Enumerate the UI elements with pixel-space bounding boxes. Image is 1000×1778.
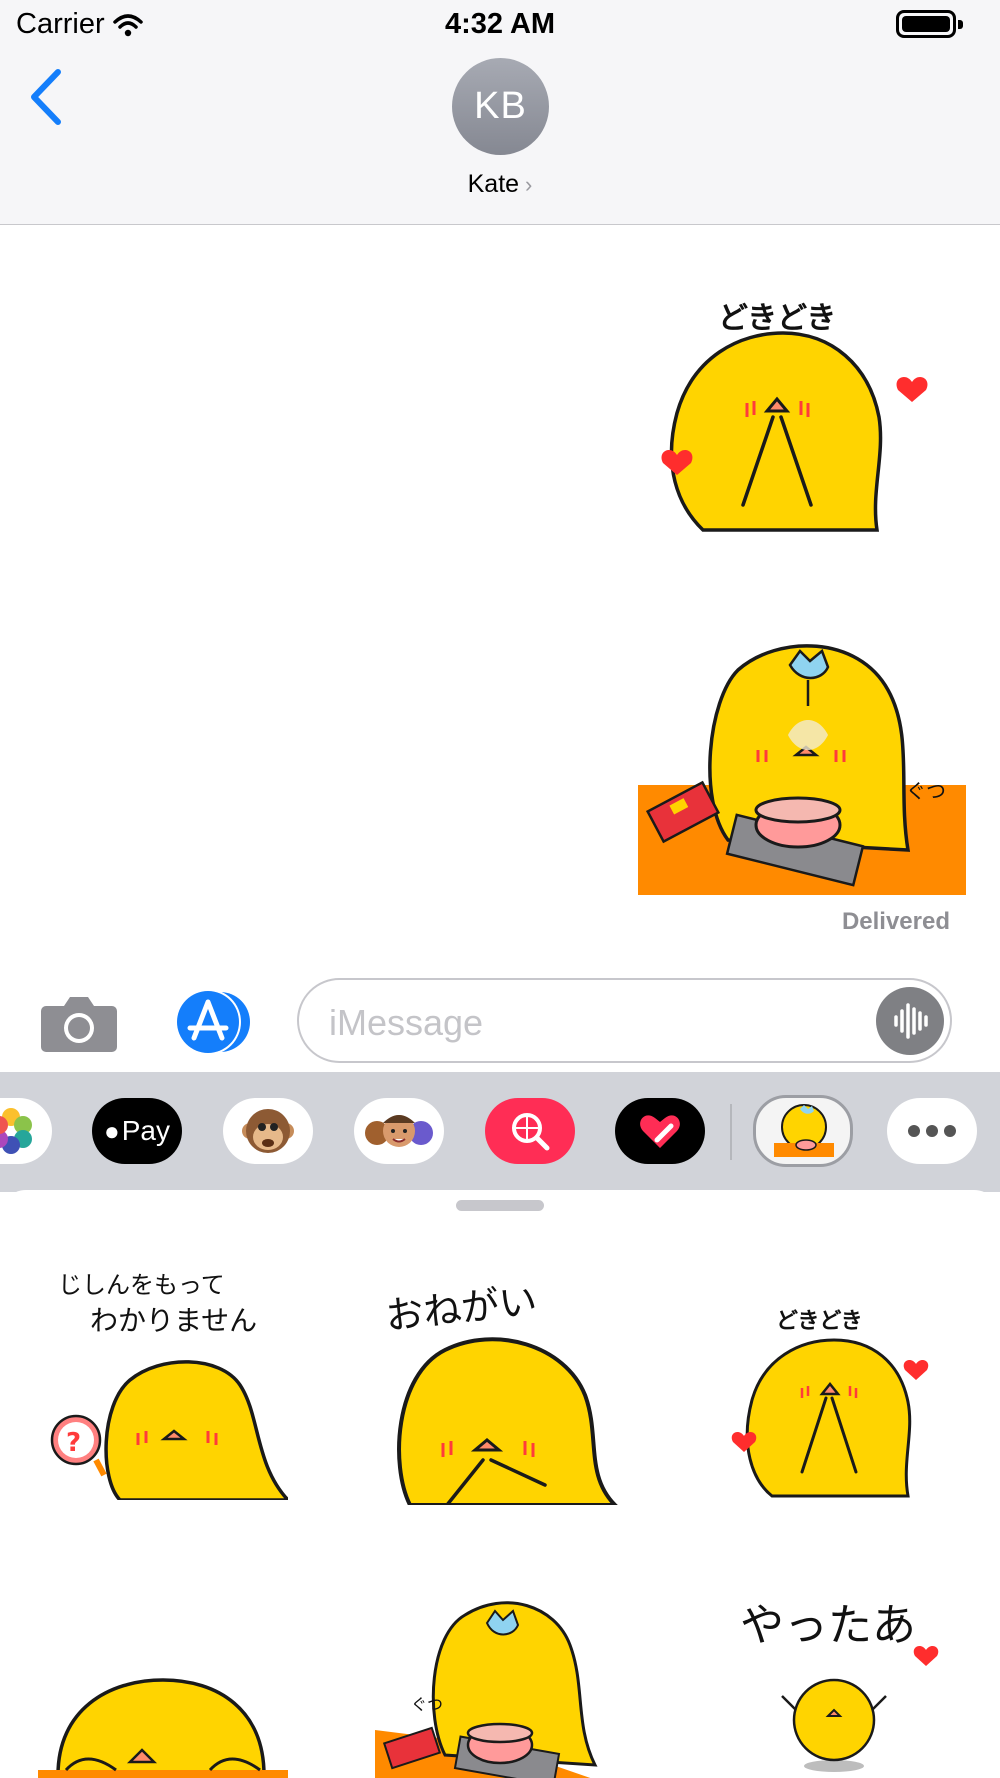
apple-logo-icon: ● bbox=[104, 1115, 120, 1146]
svg-text:?: ? bbox=[66, 1428, 81, 1458]
sticker-caption: ぐつ bbox=[906, 779, 946, 803]
sticker-cell[interactable]: やったあ bbox=[730, 1580, 950, 1778]
sticker-cell[interactable] bbox=[38, 1650, 288, 1778]
contact-name-button[interactable]: Kate › bbox=[0, 170, 1000, 199]
apple-pay-button[interactable]: ● Pay bbox=[92, 1098, 182, 1164]
camera-icon bbox=[41, 997, 117, 1052]
cooking-chick-sticker: ぐつ bbox=[638, 644, 966, 895]
memoji-button[interactable] bbox=[354, 1098, 444, 1164]
peeking-chick-sticker bbox=[38, 1678, 288, 1778]
please-chick-sticker: おねがい bbox=[383, 1279, 620, 1507]
dokidoki-chick-sticker: どきどき bbox=[731, 1309, 929, 1498]
app-drawer-strip: ● Pay bbox=[0, 1072, 1000, 1192]
sticker-caption: ぐつ bbox=[411, 1695, 443, 1714]
chick-sticker-app-button[interactable] bbox=[753, 1095, 853, 1167]
chevron-right-icon: › bbox=[525, 172, 533, 197]
imessage-screen: Carrier 4:32 AM KB Kate › どきどき ぐつ Delive… bbox=[0, 0, 1000, 1778]
apple-pay-label: Pay bbox=[121, 1115, 170, 1146]
sticker-caption-line1: じしんをもって bbox=[58, 1271, 225, 1299]
nav-bar: Carrier 4:32 AM KB Kate › bbox=[0, 0, 1000, 225]
chick-sticker-app-icon bbox=[774, 1104, 834, 1157]
photos-app-button[interactable] bbox=[0, 1098, 52, 1164]
contact-name: Kate bbox=[467, 170, 520, 198]
digital-touch-button[interactable] bbox=[615, 1098, 705, 1164]
message-input-placeholder: iMessage bbox=[329, 1002, 484, 1043]
more-apps-button[interactable] bbox=[887, 1098, 977, 1164]
sticker-cell[interactable]: ぐつ bbox=[375, 1595, 625, 1778]
sticker-cell[interactable]: おねがい bbox=[375, 1265, 635, 1507]
sticker-caption: どきどき bbox=[718, 301, 836, 336]
animoji-button[interactable] bbox=[223, 1098, 313, 1164]
sticker-browser-panel: じしんをもって わかりません ? おねがい どきどき ぐつ やったあ bbox=[0, 1190, 1000, 1778]
sticker-caption: おねがい bbox=[383, 1279, 539, 1339]
back-button[interactable] bbox=[22, 62, 72, 132]
monkey-icon bbox=[242, 1109, 294, 1153]
sticker-caption: やったあ bbox=[740, 1600, 916, 1651]
dokidoki-chick-sticker: どきどき bbox=[661, 301, 928, 532]
contact-avatar[interactable]: KB bbox=[452, 58, 549, 155]
globe-search-icon bbox=[512, 1113, 550, 1151]
camera-button[interactable] bbox=[40, 992, 118, 1054]
audio-message-button[interactable] bbox=[876, 987, 944, 1055]
cooking-chick-sticker: ぐつ bbox=[375, 1601, 598, 1778]
heart-touch-icon bbox=[640, 1115, 680, 1148]
compose-bar: iMessage bbox=[0, 970, 1000, 1072]
unsure-chick-sticker: じしんをもって わかりません ? bbox=[50, 1271, 300, 1502]
sticker-caption-line2: わかりません bbox=[90, 1304, 257, 1337]
waveform-icon bbox=[894, 1003, 928, 1039]
message-input[interactable]: iMessage bbox=[297, 978, 952, 1063]
sticker-caption: どきどき bbox=[776, 1309, 863, 1334]
sent-sticker-message[interactable]: ぐつ bbox=[638, 640, 966, 895]
sticker-cell[interactable]: どきどき bbox=[730, 1300, 950, 1500]
sent-sticker-message[interactable]: どきどき bbox=[655, 295, 945, 535]
memoji-icon bbox=[365, 1115, 433, 1147]
panel-grabber-handle[interactable] bbox=[456, 1200, 544, 1211]
app-store-button[interactable] bbox=[168, 988, 256, 1056]
photos-icon bbox=[0, 1108, 32, 1154]
web-search-button[interactable] bbox=[485, 1098, 575, 1164]
battery-icon bbox=[896, 10, 963, 38]
status-bar: Carrier 4:32 AM bbox=[0, 0, 1000, 50]
sticker-cell[interactable]: じしんをもって わかりません ? bbox=[40, 1255, 300, 1502]
ellipsis-icon bbox=[908, 1125, 956, 1137]
chevron-left-icon bbox=[31, 69, 61, 125]
app-strip-divider bbox=[730, 1104, 732, 1160]
delivered-status: Delivered bbox=[841, 908, 950, 935]
yatta-chick-sticker: やったあ bbox=[740, 1600, 939, 1772]
avatar-initials: KB bbox=[474, 85, 527, 127]
app-store-icon bbox=[175, 989, 250, 1055]
status-time: 4:32 AM bbox=[444, 8, 556, 40]
